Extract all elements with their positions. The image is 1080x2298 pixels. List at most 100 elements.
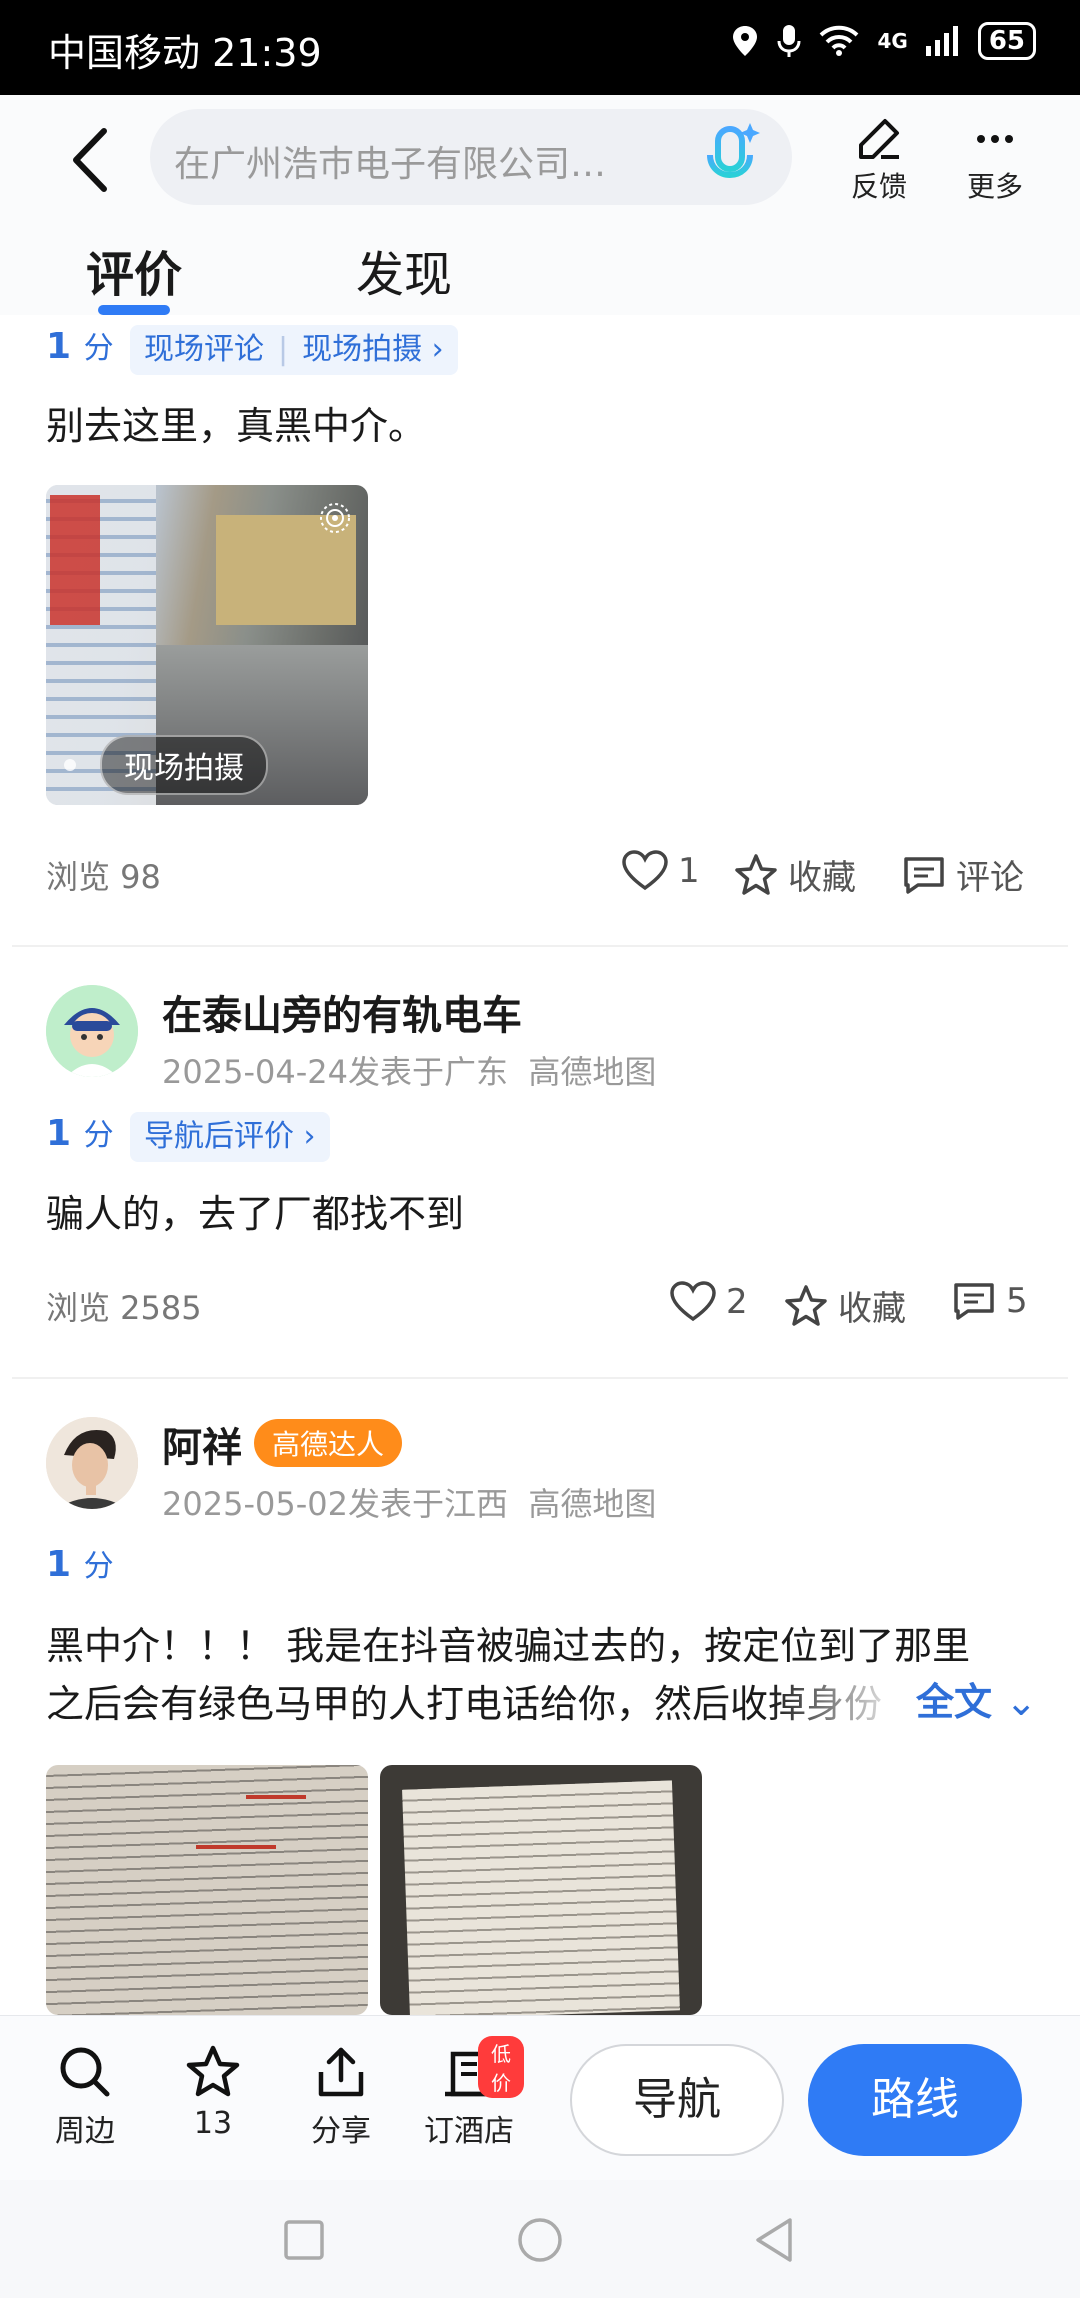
tab-discover[interactable]: 发现 bbox=[356, 235, 452, 305]
book-hotel-button[interactable]: 订酒店 低价 bbox=[414, 2036, 524, 2150]
cartoon-avatar-icon bbox=[46, 985, 138, 1077]
feedback-button[interactable]: 反馈 bbox=[834, 115, 924, 205]
review2-like-button[interactable]: 2 bbox=[670, 1281, 748, 1323]
photo-red-marks bbox=[196, 1845, 276, 1849]
back-icon[interactable] bbox=[752, 2216, 796, 2264]
review1-views: 浏览 98 bbox=[46, 858, 161, 896]
review2-tag[interactable]: 导航后评价 › bbox=[130, 1112, 330, 1162]
comment-icon bbox=[904, 856, 944, 894]
star-icon bbox=[735, 853, 777, 895]
low-price-badge: 低价 bbox=[478, 2036, 524, 2098]
review2-date: 2025-04-24发表于广东 高德地图 bbox=[162, 1053, 657, 1091]
divider bbox=[12, 945, 1068, 947]
review3-photo-1[interactable] bbox=[46, 1765, 368, 2015]
nearby-button[interactable]: 周边 bbox=[30, 2044, 140, 2150]
wifi-icon bbox=[820, 25, 859, 56]
review2-comment-count: 5 bbox=[1006, 1281, 1028, 1321]
avatar[interactable] bbox=[46, 1417, 138, 1509]
voice-search-icon[interactable] bbox=[704, 121, 760, 193]
review3-username[interactable]: 阿祥 bbox=[162, 1415, 242, 1473]
review2-views: 浏览 2585 bbox=[46, 1289, 202, 1327]
status-carrier-time: 中国移动 21:39 bbox=[48, 22, 322, 77]
tab-bar: 评价 发现 bbox=[0, 215, 1080, 315]
review2-collect-label: 收藏 bbox=[838, 1289, 906, 1329]
review2-score: 1 分 bbox=[46, 1113, 114, 1154]
review2-username[interactable]: 在泰山旁的有轨电车 bbox=[162, 983, 522, 1041]
text-fade bbox=[770, 1667, 920, 1727]
home-icon[interactable] bbox=[516, 2216, 564, 2264]
review3-date: 2025-05-02发表于江西 高德地图 bbox=[162, 1485, 657, 1523]
review3-text-line1: 黑中介！！！ 我是在抖音被骗过去的，按定位到了那里 bbox=[46, 1624, 971, 1668]
navigate-button[interactable]: 导航 bbox=[570, 2044, 784, 2156]
network-type: 4G bbox=[877, 29, 908, 53]
bottom-action-bar: 周边 13 分享 订酒店 低价 导航 路线 bbox=[0, 2015, 1080, 2180]
status-bar: 中国移动 21:39 4G 65 bbox=[0, 0, 1080, 95]
book-hotel-label: 订酒店 bbox=[424, 2114, 514, 2149]
review2-comment-button[interactable]: 5 bbox=[952, 1281, 1028, 1321]
favorite-button[interactable]: 13 bbox=[158, 2044, 268, 2141]
expand-full-text-button[interactable]: 全文 ⌄ bbox=[916, 1671, 1037, 1726]
tag-after-navigation: 导航后评价 bbox=[144, 1119, 294, 1154]
user-photo-avatar bbox=[46, 1417, 138, 1509]
star-icon bbox=[785, 1284, 827, 1326]
tab-reviews[interactable]: 评价 bbox=[86, 235, 182, 305]
feedback-label: 反馈 bbox=[850, 170, 907, 203]
comment-icon bbox=[954, 1283, 994, 1320]
search-bar[interactable]: 在广州浩巿电子有限公司… bbox=[150, 109, 792, 205]
review1-like-count: 1 bbox=[678, 851, 700, 891]
tag-onsite-photo: 现场拍摄 bbox=[302, 332, 423, 367]
share-button[interactable]: 分享 bbox=[286, 2044, 396, 2150]
star-icon bbox=[186, 2045, 240, 2097]
more-label: 更多 bbox=[966, 170, 1023, 203]
top-header: 在广州浩巿电子有限公司… 反馈 更多 bbox=[0, 95, 1080, 215]
review3-photo-2[interactable] bbox=[380, 1765, 702, 2015]
review1-text: 别去这里，真黑中介。 bbox=[46, 404, 427, 448]
signal-icon bbox=[925, 26, 958, 56]
photo-dot-indicator bbox=[64, 759, 76, 771]
review-list: 1 分 现场评论 | 现场拍摄 › 别去这里，真黑中介。 现场拍摄 浏览 98 1 … bbox=[0, 315, 1080, 2015]
review2-text: 骗人的，去了厂都找不到 bbox=[46, 1192, 465, 1236]
review3-score: 1 分 bbox=[46, 1544, 114, 1585]
review1-collect-button[interactable]: 收藏 bbox=[734, 850, 856, 899]
heart-icon bbox=[670, 1281, 716, 1322]
avatar[interactable] bbox=[46, 985, 138, 1077]
photo-poster-red bbox=[50, 495, 100, 625]
back-arrow-icon[interactable] bbox=[62, 125, 122, 195]
review2-like-count: 2 bbox=[726, 1282, 748, 1322]
review1-collect-label: 收藏 bbox=[788, 858, 856, 898]
favorite-count: 13 bbox=[193, 2106, 233, 2141]
divider bbox=[12, 1377, 1068, 1379]
search-icon bbox=[60, 2047, 110, 2097]
active-tab-indicator bbox=[98, 305, 170, 315]
share-label: 分享 bbox=[311, 2114, 371, 2149]
review1-tags[interactable]: 现场评论 | 现场拍摄 › bbox=[130, 325, 458, 375]
route-button[interactable]: 路线 bbox=[808, 2044, 1022, 2156]
more-button[interactable]: 更多 bbox=[950, 115, 1040, 205]
photo-document bbox=[402, 1780, 680, 2015]
search-input[interactable]: 在广州浩巿电子有限公司… bbox=[174, 135, 674, 187]
edit-pen-icon bbox=[859, 119, 899, 159]
system-nav-bar bbox=[0, 2180, 1080, 2298]
review1-photo[interactable]: 现场拍摄 bbox=[46, 485, 368, 805]
status-icons: 4G 65 bbox=[731, 22, 1036, 60]
onsite-photo-chip: 现场拍摄 bbox=[100, 735, 268, 795]
tag-onsite-review: 现场评论 bbox=[144, 332, 264, 367]
photo-red-marks bbox=[246, 1795, 306, 1799]
mic-icon bbox=[777, 25, 801, 57]
review1-comment-button[interactable]: 评论 bbox=[902, 850, 1024, 899]
chevron-right-icon: › bbox=[431, 332, 444, 367]
more-dots-icon bbox=[977, 135, 1013, 143]
carrier-name: 中国移动 bbox=[48, 31, 201, 75]
heart-icon bbox=[622, 850, 668, 891]
review1-like-button[interactable]: 1 bbox=[622, 850, 700, 892]
location-icon bbox=[733, 26, 758, 56]
chevron-down-icon: ⌄ bbox=[1005, 1680, 1038, 1724]
review2-collect-button[interactable]: 收藏 bbox=[784, 1281, 906, 1330]
nearby-label: 周边 bbox=[55, 2114, 115, 2149]
expert-badge: 高德达人 bbox=[254, 1419, 403, 1467]
share-icon bbox=[318, 2047, 364, 2097]
live-photo-icon bbox=[320, 503, 350, 533]
clock: 21:39 bbox=[212, 31, 322, 75]
recent-apps-icon[interactable] bbox=[282, 2218, 326, 2262]
battery-icon: 65 bbox=[977, 22, 1036, 60]
